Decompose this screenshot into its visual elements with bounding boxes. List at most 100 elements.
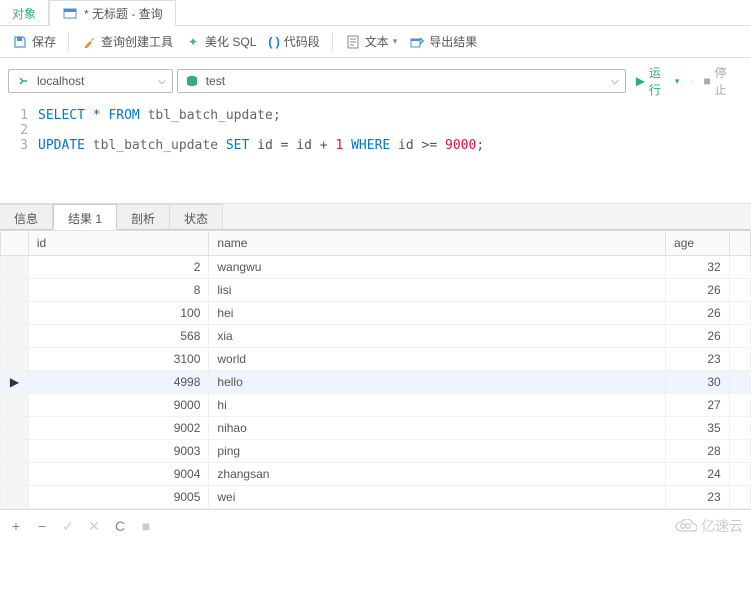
cell-name[interactable]: xia <box>209 325 666 348</box>
cell-age[interactable]: 35 <box>666 417 730 440</box>
cell-spacer <box>729 325 750 348</box>
tab-objects[interactable]: 对象 <box>0 0 49 26</box>
column-age[interactable]: age <box>666 231 730 256</box>
cell-id[interactable]: 9000 <box>28 394 209 417</box>
cell-id[interactable]: 3100 <box>28 348 209 371</box>
row-marker <box>1 325 29 348</box>
table-row[interactable]: 9004zhangsan24 <box>1 463 751 486</box>
beautify-sql-button[interactable]: ✦ 美化 SQL <box>181 31 260 52</box>
row-marker <box>1 302 29 325</box>
cell-age[interactable]: 30 <box>666 371 730 394</box>
cell-name[interactable]: hello <box>209 371 666 394</box>
tab-status[interactable]: 状态 <box>170 204 223 229</box>
table-row[interactable]: 3100world23 <box>1 348 751 371</box>
database-select[interactable]: test ⌵ <box>177 69 626 93</box>
query-builder-button[interactable]: 查询创建工具 <box>77 31 177 52</box>
table-row[interactable]: 9002nihao35 <box>1 417 751 440</box>
row-marker <box>1 440 29 463</box>
separator <box>68 33 69 51</box>
database-value: test <box>206 74 225 88</box>
export-result-button[interactable]: 导出结果 <box>405 31 481 52</box>
cell-name[interactable]: wangwu <box>209 256 666 279</box>
text-icon <box>345 34 361 50</box>
cell-id[interactable]: 9002 <box>28 417 209 440</box>
chevron-down-icon: ▾ <box>675 76 680 87</box>
column-id[interactable]: id <box>28 231 209 256</box>
cell-age[interactable]: 26 <box>666 325 730 348</box>
query-builder-label: 查询创建工具 <box>101 33 173 50</box>
tab-query-label: * 无标题 - 查询 <box>84 5 163 22</box>
cell-age[interactable]: 27 <box>666 394 730 417</box>
table-row[interactable]: 100hei26 <box>1 302 751 325</box>
cell-id[interactable]: 2 <box>28 256 209 279</box>
sparkle-icon: ✦ <box>185 34 201 50</box>
cell-name[interactable]: hi <box>209 394 666 417</box>
cell-name[interactable]: wei <box>209 486 666 509</box>
cell-name[interactable]: world <box>209 348 666 371</box>
table-row[interactable]: 9005wei23 <box>1 486 751 509</box>
database-icon <box>184 73 200 89</box>
column-name[interactable]: name <box>209 231 666 256</box>
save-button[interactable]: 保存 <box>8 31 60 52</box>
table-row[interactable]: 568xia26 <box>1 325 751 348</box>
cell-name[interactable]: ping <box>209 440 666 463</box>
cell-id[interactable]: 9005 <box>28 486 209 509</box>
result-grid[interactable]: id name age 2wangwu328lisi26100hei26568x… <box>0 230 751 509</box>
cell-id[interactable]: 8 <box>28 279 209 302</box>
cell-spacer <box>729 302 750 325</box>
cell-id[interactable]: 4998 <box>28 371 209 394</box>
export-icon <box>409 34 425 50</box>
cell-spacer <box>729 463 750 486</box>
table-row[interactable]: 9000hi27 <box>1 394 751 417</box>
cell-age[interactable]: 23 <box>666 486 730 509</box>
separator: · <box>689 74 693 88</box>
stop-button: ■ 停止 <box>697 64 743 98</box>
cell-name[interactable]: lisi <box>209 279 666 302</box>
row-marker-header <box>1 231 29 256</box>
table-row[interactable]: ▶4998hello30 <box>1 371 751 394</box>
text-label: 文本 <box>365 33 389 50</box>
row-marker <box>1 394 29 417</box>
cell-id[interactable]: 100 <box>28 302 209 325</box>
chevron-down-icon: ⌵ <box>158 76 166 87</box>
table-row[interactable]: 2wangwu32 <box>1 256 751 279</box>
play-icon: ▶ <box>636 74 645 88</box>
tab-info[interactable]: 信息 <box>0 204 53 229</box>
connection-value: localhost <box>37 74 84 88</box>
chevron-down-icon: ⌵ <box>611 76 619 87</box>
tab-result[interactable]: 结果 1 <box>53 204 117 230</box>
row-marker <box>1 279 29 302</box>
cell-age[interactable]: 26 <box>666 302 730 325</box>
cell-age[interactable]: 28 <box>666 440 730 463</box>
tab-profile[interactable]: 剖析 <box>117 204 170 229</box>
cell-age[interactable]: 24 <box>666 463 730 486</box>
tab-query[interactable]: * 无标题 - 查询 <box>49 0 176 26</box>
cell-age[interactable]: 26 <box>666 279 730 302</box>
cell-id[interactable]: 9003 <box>28 440 209 463</box>
row-marker <box>1 417 29 440</box>
cell-age[interactable]: 32 <box>666 256 730 279</box>
cell-age[interactable]: 23 <box>666 348 730 371</box>
connection-icon <box>15 73 31 89</box>
line-number: 3 <box>0 138 38 153</box>
delete-row-button[interactable]: − <box>34 518 50 534</box>
connection-select[interactable]: localhost ⌵ <box>8 69 173 93</box>
text-button[interactable]: 文本 ▾ <box>341 31 402 52</box>
add-row-button[interactable]: + <box>8 518 24 534</box>
code-snippet-button[interactable]: ( ) 代码段 <box>264 31 323 52</box>
table-row[interactable]: 9003ping28 <box>1 440 751 463</box>
cell-name[interactable]: hei <box>209 302 666 325</box>
cell-name[interactable]: nihao <box>209 417 666 440</box>
cell-name[interactable]: zhangsan <box>209 463 666 486</box>
confirm-icon: ✓ <box>60 518 76 535</box>
sql-editor[interactable]: 1 SELECT * FROM tbl_batch_update; 2 3 UP… <box>0 104 751 204</box>
cell-id[interactable]: 9004 <box>28 463 209 486</box>
table-row[interactable]: 8lisi26 <box>1 279 751 302</box>
cell-id[interactable]: 568 <box>28 325 209 348</box>
stop-label: 停止 <box>715 64 737 98</box>
snippet-label: 代码段 <box>284 33 320 50</box>
query-icon <box>62 5 78 21</box>
row-marker: ▶ <box>1 371 29 394</box>
run-button[interactable]: ▶ 运行 ▾ <box>630 64 686 98</box>
refresh-button[interactable]: C <box>112 518 128 534</box>
